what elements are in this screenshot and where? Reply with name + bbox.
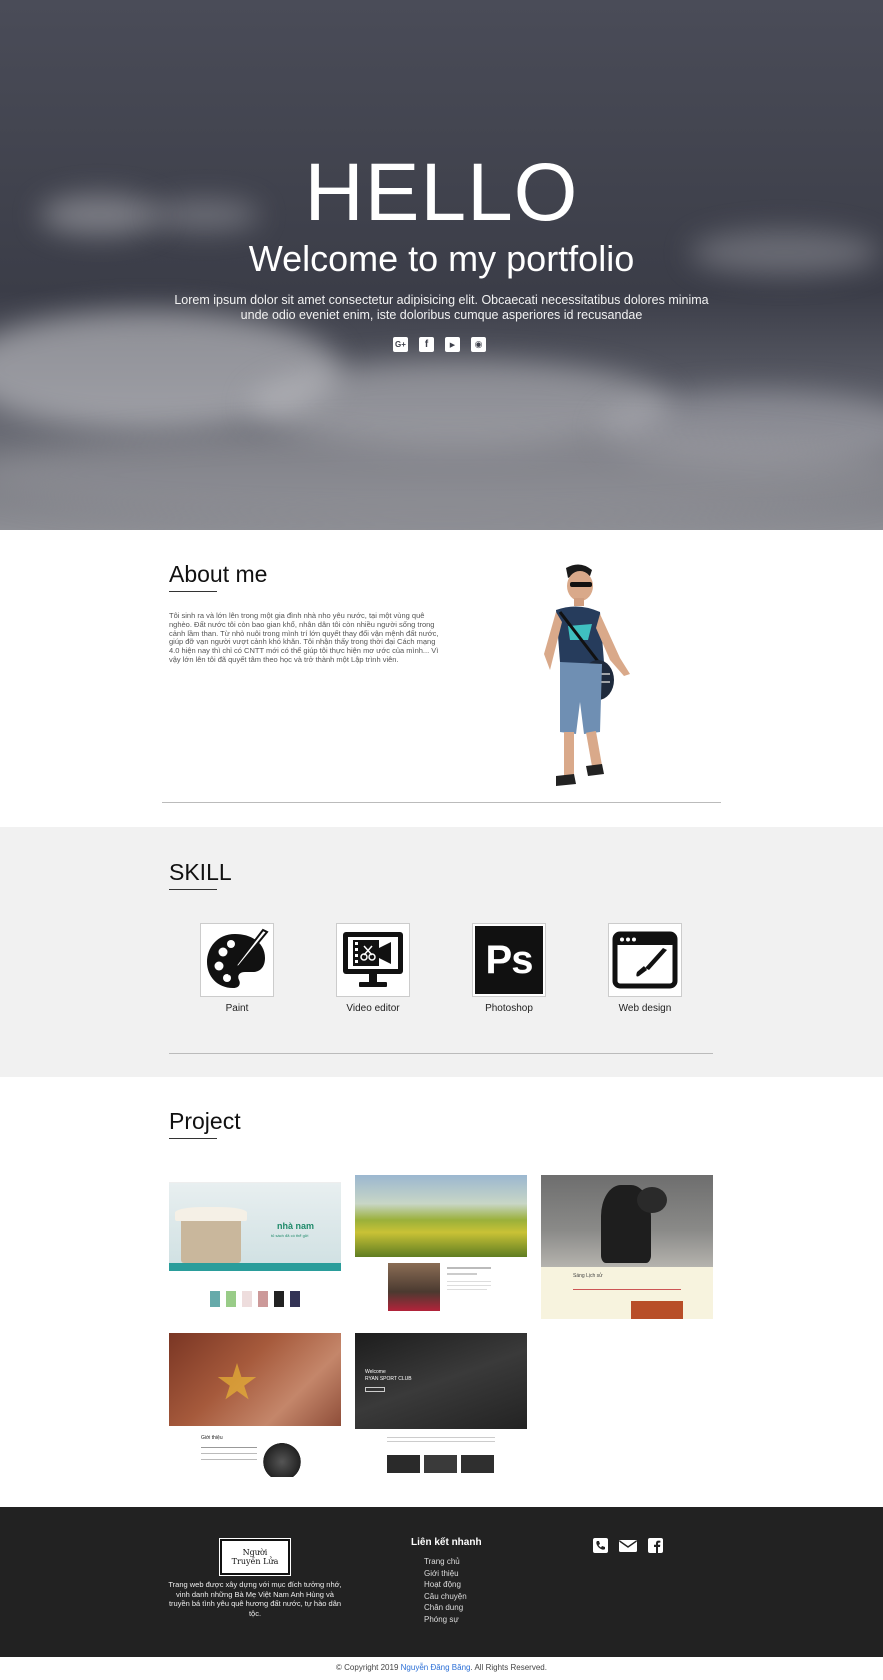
skill-section: SKILL Paint Video editor Ps Photoshop We…: [0, 827, 883, 1077]
skill-label: Photoshop: [485, 1003, 533, 1014]
quick-link-reports[interactable]: Phóng sự: [424, 1614, 467, 1626]
quick-link-portraits[interactable]: Chân dung: [424, 1602, 467, 1614]
portrait-photo: [544, 564, 630, 786]
skill-item-video-editor: Video editor: [313, 923, 433, 1014]
hero-description: Lorem ipsum dolor sit amet consectetur a…: [174, 293, 709, 322]
quick-link-activities[interactable]: Hoạt động: [424, 1579, 467, 1591]
photoshop-icon: Ps: [472, 923, 546, 997]
hero-section: HELLO Welcome to my portfolio Lorem ipsu…: [0, 0, 883, 530]
footer-logo: Người Truyền Lửa: [219, 1538, 291, 1576]
footer-contact-icons: [593, 1538, 663, 1553]
quick-link-stories[interactable]: Câu chuyện: [424, 1591, 467, 1603]
facebook-icon[interactable]: [648, 1538, 663, 1553]
quick-link-about[interactable]: Giới thiệu: [424, 1568, 467, 1580]
about-text: Tôi sinh ra và lớn lên trong một gia đìn…: [169, 611, 439, 664]
github-icon[interactable]: ◉: [471, 337, 486, 352]
youtube-icon[interactable]: ▶: [445, 337, 460, 352]
author-link[interactable]: Nguyễn Đăng Băng: [401, 1663, 471, 1672]
skill-title: SKILL: [169, 859, 232, 885]
project-thumb-rice-terraces[interactable]: [355, 1175, 527, 1319]
thumb-tagline: tủ sách đã có thể gửi: [271, 1233, 309, 1238]
section-divider: [162, 802, 721, 803]
video-editor-icon: [336, 923, 410, 997]
copyright: © Copyright 2019 Nguyễn Đăng Băng. All R…: [0, 1657, 883, 1680]
thumb-caption: Giới thiệu: [201, 1435, 223, 1441]
copyright-prefix: © Copyright 2019: [336, 1663, 401, 1672]
quick-links: Trang chủ Giới thiệu Hoạt động Câu chuyệ…: [424, 1556, 467, 1626]
project-thumb-ryan-sport[interactable]: Welcome RYAN SPORT CLUB: [355, 1333, 527, 1477]
skill-item-photoshop: Ps Photoshop: [449, 923, 569, 1014]
photoshop-glyph: Ps: [475, 926, 543, 994]
skill-label: Web design: [618, 1003, 672, 1014]
title-underline: [169, 889, 217, 890]
about-section: About me Tôi sinh ra và lớn lên trong mộ…: [0, 530, 883, 827]
skill-label: Video editor: [346, 1003, 400, 1014]
google-plus-icon[interactable]: G+: [393, 337, 408, 352]
quick-link-home[interactable]: Trang chủ: [424, 1556, 467, 1568]
phone-icon[interactable]: [593, 1538, 608, 1553]
footer: Người Truyền Lửa Trang web được xây dựng…: [0, 1507, 883, 1657]
project-thumb-nha-nam[interactable]: nhà nam tủ sách đã có thể gửi: [169, 1175, 341, 1319]
hero-title: HELLO: [304, 147, 579, 238]
project-section: Project nhà nam tủ sách đã có thể gửi Sá…: [0, 1077, 883, 1507]
paint-palette-icon: [200, 923, 274, 997]
skill-label: Paint: [225, 1003, 249, 1014]
skill-item-paint: Paint: [177, 923, 297, 1014]
hero-subtitle: Welcome to my portfolio: [248, 238, 635, 279]
section-divider: [169, 1053, 713, 1054]
project-thumb-vietnam-flag[interactable]: Giới thiệu: [169, 1333, 341, 1477]
thumb-caption: nhà nam: [277, 1221, 315, 1231]
skill-item-web-design: Web design: [585, 923, 705, 1014]
thumb-caption: Welcome: [365, 1369, 386, 1375]
footer-logo-text: Người Truyền Lửa: [231, 1548, 279, 1566]
thumb-caption: Sáng Lịch sử: [573, 1273, 603, 1279]
title-underline: [169, 591, 217, 592]
web-design-icon: [608, 923, 682, 997]
about-title: About me: [169, 561, 268, 587]
facebook-icon[interactable]: f: [419, 337, 434, 352]
copyright-suffix: . All Rights Reserved.: [470, 1663, 547, 1672]
thumb-caption: RYAN SPORT CLUB: [365, 1376, 412, 1382]
project-title: Project: [169, 1108, 241, 1134]
quick-links-title: Liên kết nhanh: [411, 1537, 482, 1548]
project-thumb-dark-warrior[interactable]: Sáng Lịch sử: [541, 1175, 713, 1319]
social-links: G+ f ▶ ◉: [393, 337, 486, 352]
email-icon[interactable]: [619, 1538, 637, 1553]
title-underline: [169, 1138, 217, 1139]
cloud: [0, 430, 883, 520]
footer-description: Trang web được xây dựng với mục đích tưở…: [168, 1580, 342, 1618]
